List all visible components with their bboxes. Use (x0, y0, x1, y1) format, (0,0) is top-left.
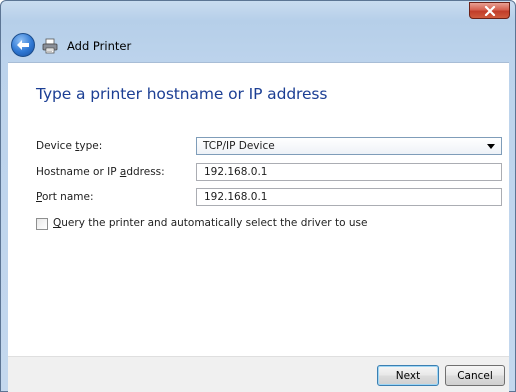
close-icon (484, 5, 495, 16)
window-title: Add Printer (67, 39, 132, 53)
add-printer-window: Add Printer Type a printer hostname or I… (0, 0, 516, 392)
port-name-label: Port name: (36, 191, 94, 203)
printer-icon (42, 38, 58, 54)
query-driver-label[interactable]: Query the printer and automatically sele… (53, 217, 367, 229)
title-bar (1, 1, 515, 29)
chevron-down-icon (487, 144, 495, 149)
back-arrow-icon (17, 40, 29, 50)
port-name-input[interactable]: 192.168.0.1 (196, 188, 502, 206)
device-type-select[interactable]: TCP/IP Device (196, 137, 502, 155)
hostname-input[interactable]: 192.168.0.1 (196, 163, 502, 181)
cancel-button[interactable]: Cancel (445, 365, 505, 386)
query-driver-checkbox[interactable] (36, 218, 48, 230)
page-heading: Type a printer hostname or IP address (36, 85, 328, 103)
button-bar: Next Cancel (8, 356, 509, 392)
back-button[interactable] (11, 33, 35, 57)
close-button[interactable] (469, 2, 510, 19)
hostname-label: Hostname or IP address: (36, 166, 165, 178)
device-type-value: TCP/IP Device (203, 140, 275, 152)
device-type-label: Device type: (36, 140, 103, 152)
navigation-bar: Add Printer (1, 31, 515, 61)
wizard-content: Type a printer hostname or IP address De… (8, 62, 509, 356)
next-button[interactable]: Next (377, 365, 439, 386)
